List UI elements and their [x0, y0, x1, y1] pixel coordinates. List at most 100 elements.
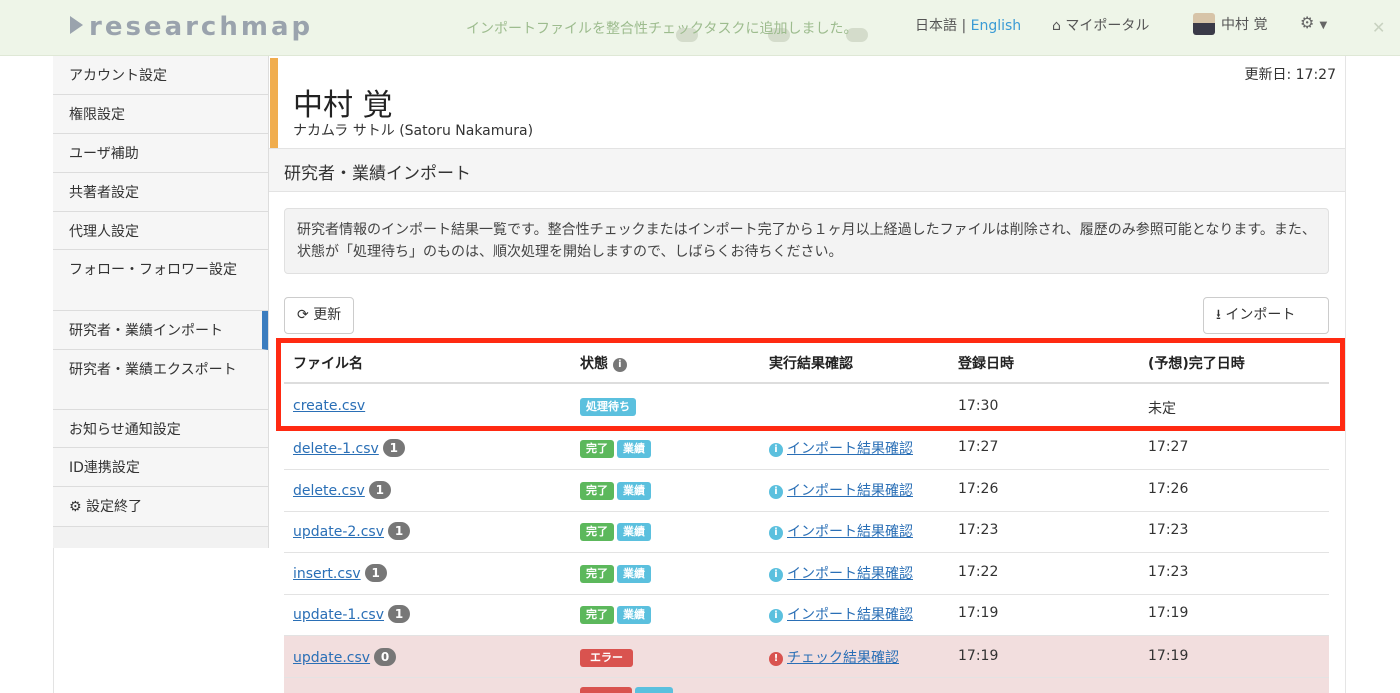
count-badge: 0	[374, 648, 397, 666]
sidebar-item-proxy[interactable]: 代理人設定	[53, 212, 268, 250]
refresh-button-label: 更新	[313, 307, 342, 323]
result-cell: i インポート結果確認	[769, 604, 913, 624]
completed-cell: 17:23	[1148, 564, 1189, 580]
researcher-name: 中村 覚	[293, 88, 393, 123]
registered-cell: 17:22	[958, 564, 999, 580]
status-badge	[580, 687, 632, 693]
status-badge: エラー	[580, 649, 633, 667]
import-button-label: インポート	[1225, 307, 1296, 323]
count-badge: 1	[388, 522, 411, 540]
registered-cell: 17:27	[958, 439, 999, 455]
file-cell: update-1.csv 1	[293, 605, 411, 623]
table-row: insert.csv 1 完了 業績 i インポート結果確認 17:22 17:23	[284, 553, 1329, 595]
sidebar-item-notifications[interactable]: お知らせ通知設定	[53, 410, 268, 448]
profile-accent-bar	[270, 58, 278, 148]
result-link[interactable]: チェック結果確認	[787, 650, 899, 666]
type-badge: 業績	[617, 523, 651, 541]
file-cell: update.csv 0	[293, 648, 397, 666]
status-cell: 完了 業績	[580, 523, 654, 541]
file-link[interactable]: update-2.csv	[293, 524, 384, 540]
my-portal-link[interactable]: ⌂ マイポータル	[1052, 15, 1149, 35]
updated-date: 更新日: 17:27	[1244, 67, 1336, 83]
gear-icon: ⚙	[1300, 13, 1315, 32]
sidebar-item-import[interactable]: 研究者・業績インポート	[53, 311, 268, 350]
file-link[interactable]: delete.csv	[293, 483, 365, 499]
status-badge: 完了	[580, 482, 614, 500]
import-button[interactable]: ⭳ インポート	[1203, 297, 1329, 334]
language-switcher: 日本語 | English	[915, 15, 1021, 35]
refresh-button[interactable]: ⟳ 更新	[284, 297, 355, 334]
status-cell: エラー	[580, 649, 636, 667]
avatar	[1193, 13, 1215, 35]
left-border	[53, 548, 54, 693]
sidebar-item-label: お知らせ通知設定	[69, 422, 181, 438]
logo-triangle-icon	[70, 16, 83, 34]
site-logo[interactable]: researchmap	[70, 12, 313, 42]
sidebar-item-label: 権限設定	[69, 107, 125, 123]
count-badge: 1	[368, 481, 391, 499]
completed-cell: 17:27	[1148, 439, 1189, 455]
file-cell: delete.csv 1	[293, 481, 391, 499]
file-link[interactable]: delete-1.csv	[293, 441, 379, 457]
file-link[interactable]: update.csv	[293, 650, 370, 666]
info-icon: i	[769, 526, 783, 540]
sidebar-item-exit-settings[interactable]: ⚙ 設定終了	[53, 487, 268, 527]
researcher-kana: ナカムラ サトル (Satoru Nakamura)	[293, 123, 534, 139]
file-link[interactable]: insert.csv	[293, 566, 361, 582]
table-row: update.csv 0 エラー ! チェック結果確認 17:19 17:19	[284, 636, 1329, 678]
highlight-box	[276, 338, 1345, 431]
table-row: update-2.csv 1 完了 業績 i インポート結果確認 17:23 17:2…	[284, 511, 1329, 553]
my-portal-label: マイポータル	[1065, 18, 1150, 34]
status-badge: 完了	[580, 523, 614, 541]
result-cell: i インポート結果確認	[769, 563, 913, 583]
status-badge: 完了	[580, 606, 614, 624]
type-badge	[635, 687, 673, 693]
sidebar-item-accessibility[interactable]: ユーザ補助	[53, 134, 268, 173]
sidebar-item-export[interactable]: 研究者・業績エクスポート	[53, 350, 268, 410]
table-row: update-1.csv 1 完了 業績 i インポート結果確認 17:19 17:1…	[284, 594, 1329, 636]
table-row	[284, 678, 1329, 693]
sidebar-item-label: ユーザ補助	[69, 146, 139, 162]
result-cell: i インポート結果確認	[769, 480, 913, 500]
lang-separator: |	[957, 18, 971, 34]
completed-cell: 17:23	[1148, 522, 1189, 538]
completed-cell: 17:26	[1148, 481, 1189, 497]
count-badge: 1	[364, 564, 387, 582]
result-link[interactable]: インポート結果確認	[787, 524, 913, 540]
type-badge: 業績	[617, 606, 651, 624]
sidebar-item-follow[interactable]: フォロー・フォロワー設定	[53, 250, 268, 311]
result-link[interactable]: インポート結果確認	[787, 607, 913, 623]
sidebar-item-permissions[interactable]: 権限設定	[53, 95, 268, 134]
result-link[interactable]: インポート結果確認	[787, 566, 913, 582]
registered-cell: 17:26	[958, 481, 999, 497]
type-badge: 業績	[617, 440, 651, 458]
table-row: delete-1.csv 1 完了 業績 i インポート結果確認 17:27 17:2…	[284, 428, 1329, 470]
registered-cell: 17:23	[958, 522, 999, 538]
info-icon: i	[769, 485, 783, 499]
status-cell: 完了 業績	[580, 482, 654, 500]
user-menu[interactable]: 中村 覚	[1193, 13, 1267, 35]
sidebar-item-label: 設定終了	[86, 499, 143, 515]
section-title: 研究者・業績インポート	[269, 148, 1345, 192]
result-link[interactable]: インポート結果確認	[787, 483, 913, 499]
file-cell: delete-1.csv 1	[293, 439, 405, 457]
caret-down-icon: ▼	[1319, 20, 1328, 31]
sidebar-item-id-link[interactable]: ID連携設定	[53, 448, 268, 487]
close-icon[interactable]: ✕	[1372, 18, 1385, 37]
sidebar-item-coauthors[interactable]: 共著者設定	[53, 173, 268, 212]
type-badge: 業績	[617, 565, 651, 583]
result-link[interactable]: インポート結果確認	[787, 441, 913, 457]
import-icon: ⭳	[1216, 307, 1221, 323]
table-row: delete.csv 1 完了 業績 i インポート結果確認 17:26 17:26	[284, 470, 1329, 512]
file-link[interactable]: update-1.csv	[293, 607, 384, 623]
lang-ja-link[interactable]: 日本語	[915, 18, 957, 34]
sidebar-item-label: フォロー・フォロワー設定	[69, 262, 237, 278]
sidebar-item-label: 研究者・業績エクスポート	[69, 362, 237, 378]
file-cell: insert.csv 1	[293, 564, 387, 582]
home-icon: ⌂	[1052, 18, 1061, 34]
sidebar-item-label: 共著者設定	[69, 185, 139, 201]
settings-menu[interactable]: ⚙ ▼	[1300, 13, 1327, 32]
sidebar-item-account[interactable]: アカウント設定	[53, 56, 268, 95]
gear-icon: ⚙	[69, 499, 82, 515]
lang-en-link[interactable]: English	[971, 18, 1022, 34]
